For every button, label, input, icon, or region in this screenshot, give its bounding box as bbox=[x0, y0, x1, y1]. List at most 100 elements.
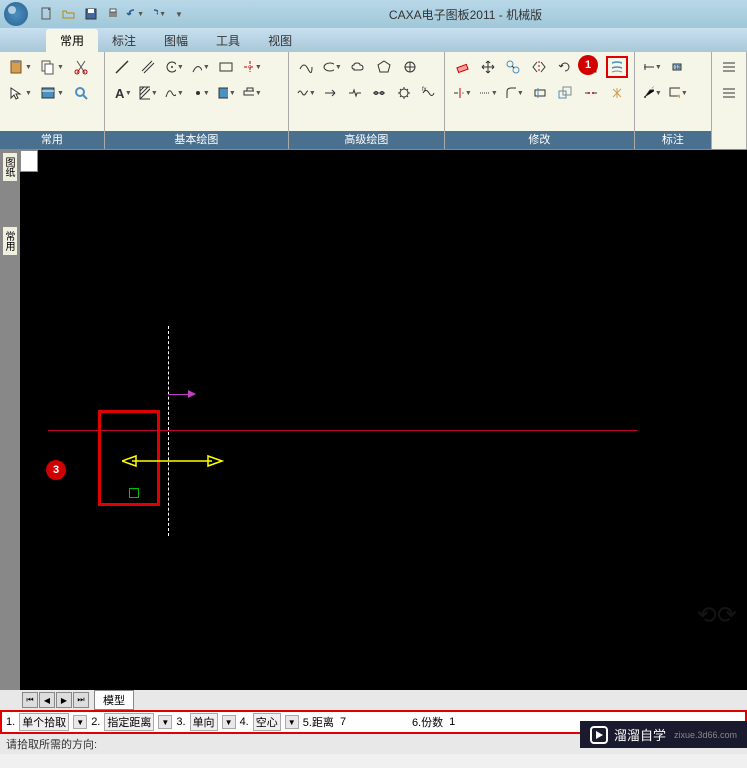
fillet-icon[interactable]: ▼ bbox=[503, 82, 525, 104]
print-icon[interactable] bbox=[104, 5, 122, 23]
opt3-num: 3. bbox=[176, 716, 185, 728]
erase-icon[interactable] bbox=[451, 56, 473, 78]
status-prompt: 请拾取所需的方向: bbox=[6, 739, 97, 751]
opt1-num: 1. bbox=[6, 716, 15, 728]
opt1-select[interactable]: 单个拾取 bbox=[19, 713, 69, 731]
dimension-icon[interactable]: ▼ bbox=[641, 56, 663, 78]
svg-text:✓: ✓ bbox=[651, 85, 654, 91]
menu-frame[interactable]: 图幅 bbox=[150, 29, 202, 52]
tab-first-icon[interactable]: ⏮ bbox=[22, 692, 38, 708]
ribbon-panel-basic-draw: ▼ ▼ ▼ A▼ ▼ ▼ ▼ ▼ ▼ 基本绘图 bbox=[105, 52, 289, 149]
marker-1: 1 bbox=[578, 55, 598, 75]
arc-icon[interactable]: ▼ bbox=[189, 56, 211, 78]
app-logo-icon[interactable] bbox=[4, 2, 28, 26]
select-icon[interactable]: ▼ bbox=[6, 82, 34, 104]
menu-annotation[interactable]: 标注 bbox=[98, 29, 150, 52]
opt4-dropdown-icon[interactable]: ▼ bbox=[285, 715, 299, 729]
opt2-num: 2. bbox=[91, 716, 100, 728]
gear-icon[interactable] bbox=[393, 82, 413, 104]
save-icon[interactable] bbox=[82, 5, 100, 23]
drawing-canvas[interactable]: 3 ⟲⟳ bbox=[20, 150, 747, 690]
opt4-select[interactable]: 空心 bbox=[253, 713, 281, 731]
opt2-select[interactable]: 指定距离 bbox=[104, 713, 154, 731]
holes-line-icon[interactable] bbox=[369, 82, 389, 104]
ribbon-panel-annotation: ▼ 12 ✓▼ ▼ 标注 bbox=[635, 52, 712, 149]
line-icon[interactable] bbox=[111, 56, 133, 78]
break-icon[interactable] bbox=[580, 82, 602, 104]
app-title: CAXA电子图板2011 - 机械版 bbox=[188, 6, 743, 23]
offset-icon[interactable] bbox=[606, 56, 628, 78]
point-icon[interactable]: ▼ bbox=[189, 82, 211, 104]
break-line-icon[interactable] bbox=[345, 82, 365, 104]
quick-access-toolbar: ▼ ▼ ▼ bbox=[38, 5, 188, 23]
menu-tools[interactable]: 工具 bbox=[202, 29, 254, 52]
centerline-icon[interactable]: ▼ bbox=[241, 56, 263, 78]
svg-text:A: A bbox=[115, 86, 124, 101]
scale-icon[interactable] bbox=[555, 82, 577, 104]
hatch-icon[interactable]: ▼ bbox=[137, 82, 159, 104]
mirror-icon[interactable] bbox=[528, 56, 550, 78]
circle-icon[interactable]: ▼ bbox=[163, 56, 185, 78]
coord-dim-icon[interactable]: 12 bbox=[667, 56, 689, 78]
curve-icon[interactable]: ▼ bbox=[163, 82, 185, 104]
menu-lines-icon-2[interactable] bbox=[718, 82, 740, 104]
menu-lines-icon[interactable] bbox=[718, 56, 740, 78]
parallel-line-icon[interactable] bbox=[137, 56, 159, 78]
copy-icon[interactable]: ▼ bbox=[38, 56, 66, 78]
left-tab-drawing[interactable]: 图纸 bbox=[2, 152, 18, 182]
formula-icon[interactable]: fx bbox=[418, 82, 438, 104]
text-icon[interactable]: A▼ bbox=[111, 82, 133, 104]
stretch-icon[interactable] bbox=[529, 82, 551, 104]
properties-icon[interactable]: ▼ bbox=[38, 82, 66, 104]
direction-arrow-right-icon bbox=[168, 454, 224, 468]
cut-icon[interactable] bbox=[70, 56, 92, 78]
rotate-icon[interactable] bbox=[554, 56, 576, 78]
ribbon-label-annotation: 标注 bbox=[635, 131, 711, 149]
left-tab-common[interactable]: 常用 bbox=[2, 226, 18, 256]
new-file-icon[interactable] bbox=[38, 5, 56, 23]
tab-prev-icon[interactable]: ◀ bbox=[39, 692, 55, 708]
arrow-icon[interactable] bbox=[321, 82, 341, 104]
tab-next-icon[interactable]: ▶ bbox=[56, 692, 72, 708]
polygon-icon[interactable] bbox=[373, 56, 395, 78]
explode-icon[interactable] bbox=[606, 82, 628, 104]
menu-bar: 常用 标注 图幅 工具 视图 bbox=[0, 28, 747, 52]
wave-icon[interactable]: ▼ bbox=[295, 82, 317, 104]
component-icon[interactable]: ▼ bbox=[241, 82, 263, 104]
extend-icon[interactable]: ▼ bbox=[477, 82, 499, 104]
opt6-label: 6.份数 bbox=[412, 714, 443, 730]
menu-view[interactable]: 视图 bbox=[254, 29, 306, 52]
paste-icon[interactable]: ▼ bbox=[6, 56, 34, 78]
redo-icon[interactable]: ▼ bbox=[148, 5, 166, 23]
edit-dim-icon[interactable]: ▼ bbox=[667, 82, 689, 104]
menu-common[interactable]: 常用 bbox=[46, 29, 98, 52]
small-axis-line bbox=[168, 394, 188, 395]
rectangle-icon[interactable] bbox=[215, 56, 237, 78]
ribbon-label-common: 常用 bbox=[0, 131, 104, 149]
opt1-dropdown-icon[interactable]: ▼ bbox=[73, 715, 87, 729]
cloud-icon[interactable] bbox=[347, 56, 369, 78]
ribbon-label-modify: 修改 bbox=[445, 131, 634, 149]
opt3-dropdown-icon[interactable]: ▼ bbox=[222, 715, 236, 729]
leader-icon[interactable]: ✓▼ bbox=[641, 82, 663, 104]
trim-icon[interactable]: ▼ bbox=[451, 82, 473, 104]
sheet-tab-model[interactable]: 模型 bbox=[94, 690, 134, 710]
undo-icon[interactable]: ▼ bbox=[126, 5, 144, 23]
find-icon[interactable] bbox=[70, 82, 92, 104]
block-icon[interactable]: ▼ bbox=[215, 82, 237, 104]
count-input[interactable] bbox=[447, 716, 487, 728]
opt2-dropdown-icon[interactable]: ▼ bbox=[158, 715, 172, 729]
tab-last-icon[interactable]: ⏭ bbox=[73, 692, 89, 708]
copy2-icon[interactable] bbox=[503, 56, 525, 78]
sheet-tab-bar: ⏮ ◀ ▶ ⏭ 模型 bbox=[0, 690, 747, 710]
distance-input[interactable] bbox=[338, 716, 408, 728]
ribbon-panel-common: ▼ ▼ ▼ ▼ 常用 bbox=[0, 52, 105, 149]
move-icon[interactable] bbox=[477, 56, 499, 78]
open-file-icon[interactable] bbox=[60, 5, 78, 23]
spline-icon[interactable] bbox=[295, 56, 317, 78]
play-icon bbox=[590, 726, 608, 744]
opt3-select[interactable]: 单向 bbox=[190, 713, 218, 731]
ellipse-icon[interactable]: ▼ bbox=[321, 56, 343, 78]
qat-dropdown-icon[interactable]: ▼ bbox=[170, 5, 188, 23]
star-icon[interactable] bbox=[399, 56, 421, 78]
